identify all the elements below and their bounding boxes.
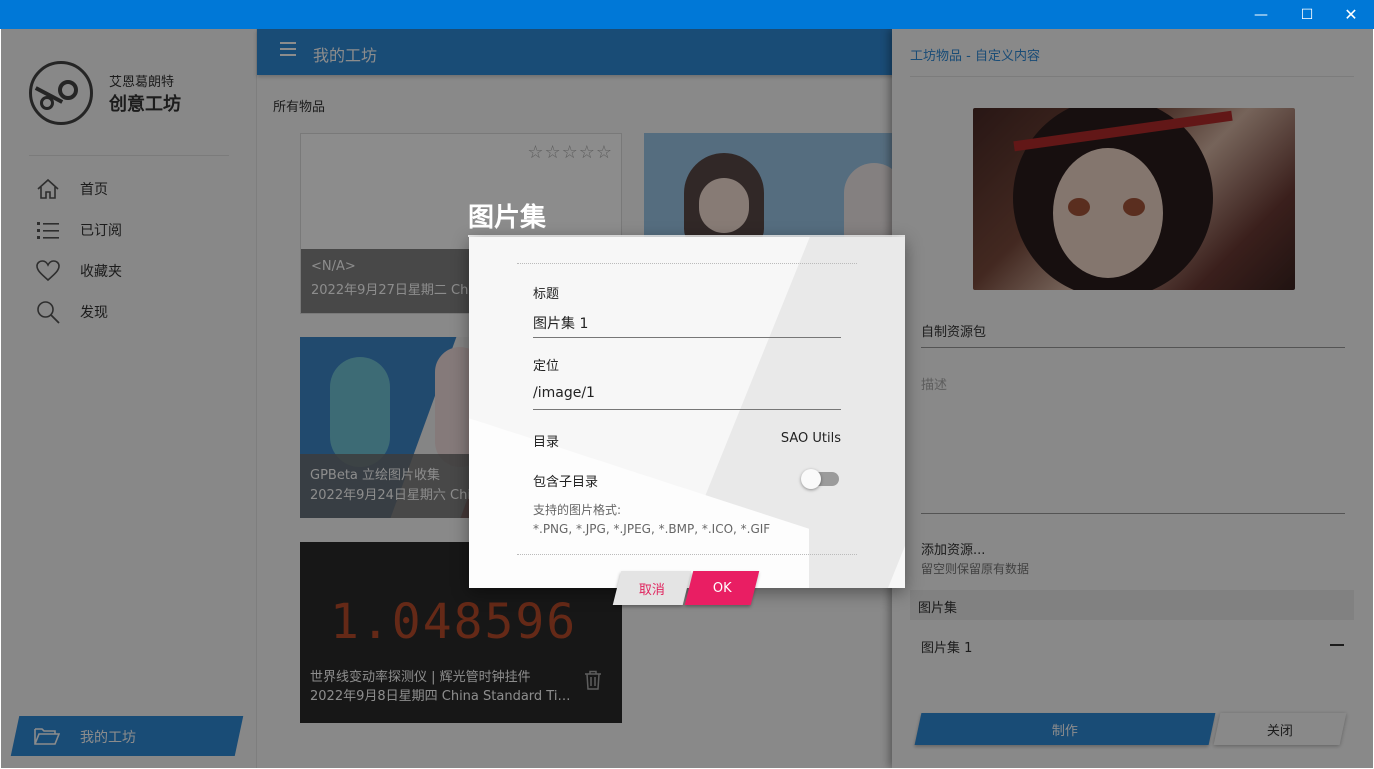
dialog-divider [517,554,857,555]
cancel-button[interactable]: 取消 [612,571,692,605]
dialog-title: 图片集 [468,203,547,233]
supported-formats-list: *.PNG, *.JPG, *.JPEG, *.BMP, *.ICO, *.GI… [533,522,771,536]
include-subdirectories-toggle[interactable] [801,469,839,489]
close-window-button[interactable]: ✕ [1328,0,1374,29]
dialog-divider [517,263,857,264]
title-input-underline [533,337,841,338]
supported-formats-label: 支持的图片格式: [533,503,622,517]
subdirectory-label: 包含子目录 [533,475,599,490]
location-input[interactable]: /image/1 [533,385,595,401]
directory-picker[interactable]: SAO Utils [781,431,841,446]
maximize-button[interactable]: ☐ [1284,0,1330,29]
location-field-label: 定位 [533,359,560,374]
minimize-button[interactable]: — [1238,0,1284,29]
title-input[interactable]: 图片集 1 [533,313,588,333]
title-field-label: 标题 [533,287,560,302]
gallery-dialog: 标题 图片集 1 定位 /image/1 目录 SAO Utils 包含子目录 … [469,237,905,588]
location-input-underline [533,409,841,410]
directory-label: 目录 [533,435,560,450]
ok-button[interactable]: OK [684,571,760,605]
window-titlebar: — ☐ ✕ [0,0,1374,29]
